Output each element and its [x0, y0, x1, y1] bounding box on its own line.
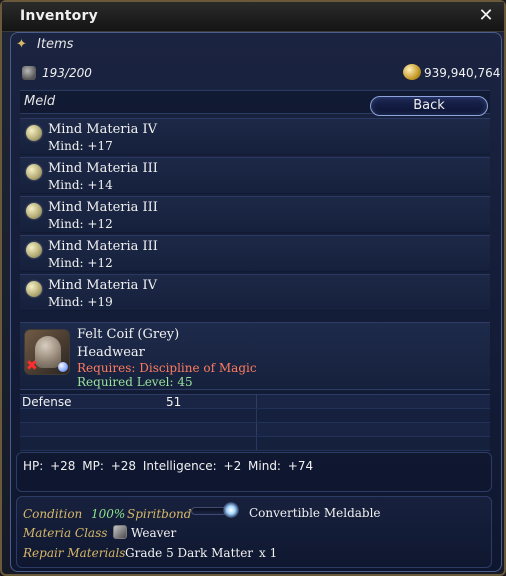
stats-table: Defense 51 — [20, 394, 490, 451]
back-button[interactable]: Back — [370, 96, 488, 116]
defense-label: Defense — [22, 395, 72, 409]
stats-row — [20, 423, 490, 437]
item-icon[interactable]: ✖ — [24, 329, 70, 375]
materia-row[interactable]: Mind Materia IV Mind: +19 — [20, 274, 490, 311]
materia-row[interactable]: Mind Materia III Mind: +12 — [20, 196, 490, 233]
materia-icon — [26, 281, 42, 297]
item-status: Convertible Meldable — [249, 506, 381, 520]
gil-amount: 939,940,764 — [424, 66, 501, 80]
materia-row[interactable]: Mind Materia IV Mind: +17 — [20, 118, 490, 155]
item-footer: Condition 100% Spiritbond Convertible Me… — [16, 496, 492, 568]
stats-row-defense: Defense 51 — [20, 395, 490, 409]
bonus-stats-box: HP: +28 MP: +28 Intelligence: +2 Mind: +… — [16, 452, 492, 492]
materia-name: Mind Materia IV — [48, 278, 158, 293]
weaver-icon — [113, 525, 127, 539]
materia-name: Mind Materia III — [48, 239, 158, 254]
inventory-window: Inventory ✕ ✦ Items 193/200 939,940,764 … — [0, 0, 506, 576]
required-level: Required Level: 45 — [77, 375, 193, 389]
defense-value: 51 — [166, 395, 182, 409]
items-section-header: ✦ Items — [16, 37, 486, 57]
item-name: Felt Coif (Grey) — [77, 327, 180, 342]
materia-icon — [26, 125, 42, 141]
spiritbond-bar — [191, 507, 227, 515]
inventory-counts: 193/200 939,940,764 — [22, 64, 500, 84]
window-title: Inventory — [20, 8, 98, 24]
stats-row — [20, 409, 490, 423]
spiritbond-label: Spiritbond — [127, 507, 192, 521]
spiritbond-spark-icon — [223, 502, 239, 518]
bag-icon — [22, 66, 36, 80]
repair-materials-label: Repair Materials — [23, 546, 126, 560]
materia-icon — [26, 242, 42, 258]
item-card: ✖ Felt Coif (Grey) Headwear Requires: Di… — [20, 322, 490, 390]
materia-class-value: Weaver — [131, 526, 177, 540]
materia-value: Mind: +17 — [48, 139, 113, 153]
repair-materials-qty: x 1 — [259, 546, 278, 560]
inventory-capacity: 193/200 — [42, 66, 92, 80]
gem-icon — [58, 362, 68, 372]
materia-row[interactable]: Mind Materia III Mind: +12 — [20, 235, 490, 272]
materia-name: Mind Materia IV — [48, 122, 158, 137]
title-bar[interactable]: Inventory ✕ — [2, 2, 504, 32]
repair-materials-value: Grade 5 Dark Matter — [125, 546, 254, 560]
meld-label: Meld — [24, 94, 56, 109]
materia-name: Mind Materia III — [48, 200, 158, 215]
materia-value: Mind: +12 — [48, 256, 113, 270]
item-type: Headwear — [77, 345, 145, 360]
item-requirements: Requires: Discipline of Magic — [77, 361, 257, 375]
condition-label: Condition — [23, 507, 83, 521]
diamond-icon: ✦ — [16, 37, 27, 52]
coif-icon — [35, 336, 61, 368]
materia-value: Mind: +12 — [48, 217, 113, 231]
unusable-x-icon: ✖ — [26, 358, 38, 374]
gil-icon — [403, 64, 421, 80]
materia-class-label: Materia Class — [23, 526, 108, 540]
condition-value: 100% — [91, 507, 126, 521]
materia-row[interactable]: Mind Materia III Mind: +14 — [20, 157, 490, 194]
stats-row — [20, 437, 490, 451]
materia-value: Mind: +14 — [48, 178, 113, 192]
items-title: Items — [37, 37, 74, 52]
bonus-stats: HP: +28 MP: +28 Intelligence: +2 Mind: +… — [23, 459, 314, 473]
close-icon[interactable]: ✕ — [476, 6, 496, 26]
materia-value: Mind: +19 — [48, 295, 113, 309]
materia-icon — [26, 203, 42, 219]
materia-name: Mind Materia III — [48, 161, 158, 176]
materia-icon — [26, 164, 42, 180]
materia-list: Mind Materia IV Mind: +17 Mind Materia I… — [20, 118, 490, 313]
